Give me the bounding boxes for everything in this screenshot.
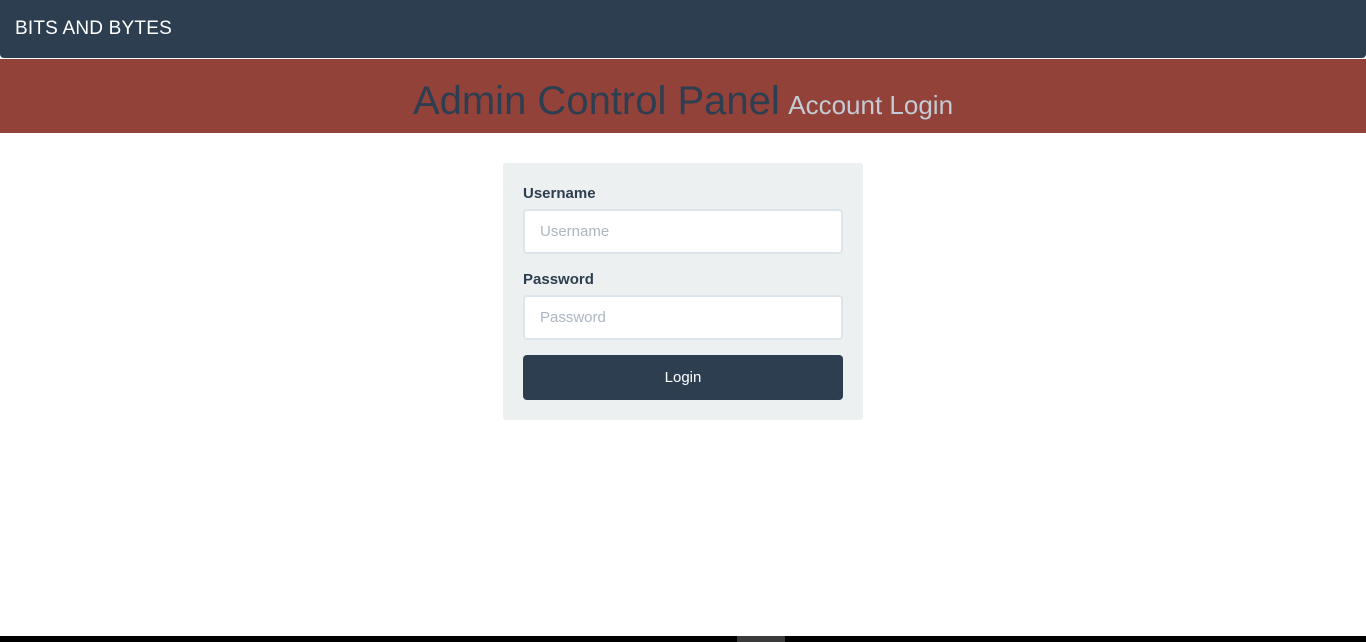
page-subtitle: Account Login — [788, 90, 954, 120]
brand-link[interactable]: BITS AND BYTES — [15, 17, 172, 41]
scrollbar-handle[interactable] — [737, 636, 785, 642]
login-form: Username Password Login — [503, 163, 863, 420]
page-title: Admin Control Panel — [412, 79, 780, 123]
page-header: Admin Control Panel Account Login — [0, 59, 1366, 133]
password-label: Password — [523, 271, 594, 288]
password-input[interactable] — [523, 295, 843, 340]
header-heading: Admin Control Panel Account Login — [0, 77, 1366, 129]
top-navbar: BITS AND BYTES — [0, 0, 1366, 58]
username-label: Username — [523, 185, 596, 202]
bottom-scrollbar — [0, 636, 1366, 642]
login-button[interactable]: Login — [523, 355, 843, 400]
username-input[interactable] — [523, 209, 843, 254]
